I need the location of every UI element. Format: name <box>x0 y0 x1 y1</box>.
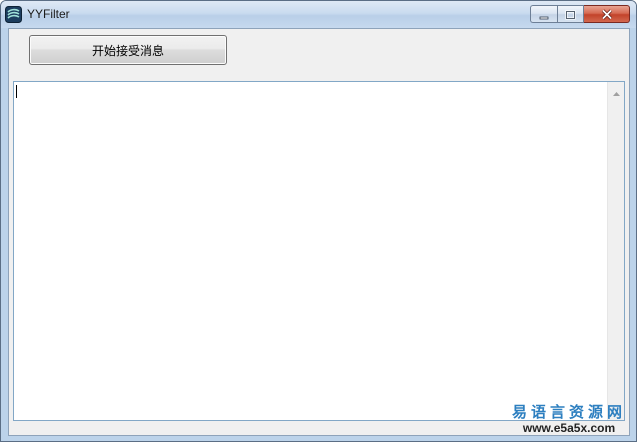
title-bar[interactable]: YYFilter <box>1 1 636 28</box>
maximize-icon <box>565 5 576 24</box>
scroll-up-arrow-icon <box>612 81 620 100</box>
app-window: YYFilter 开始接受消息 易语言资源网 www.e5a5x.com <box>0 0 637 442</box>
close-button[interactable] <box>584 5 630 23</box>
message-textarea[interactable] <box>13 81 625 421</box>
start-receiving-button[interactable]: 开始接受消息 <box>29 35 227 65</box>
watermark-url: www.e5a5x.com <box>522 421 616 435</box>
maximize-button[interactable] <box>557 5 584 23</box>
watermark: 易语言资源网 www.e5a5x.com <box>510 403 628 436</box>
watermark-site-name: 易语言资源网 <box>511 403 626 421</box>
window-title: YYFilter <box>27 7 70 21</box>
minimize-icon <box>539 5 549 24</box>
vertical-scrollbar[interactable] <box>607 82 624 420</box>
client-area: 开始接受消息 <box>8 28 630 436</box>
window-controls <box>530 5 630 23</box>
text-caret <box>16 85 17 98</box>
minimize-button[interactable] <box>530 5 557 23</box>
close-icon <box>601 5 613 24</box>
scroll-up-button[interactable] <box>608 82 624 99</box>
app-logo-icon <box>5 6 22 23</box>
